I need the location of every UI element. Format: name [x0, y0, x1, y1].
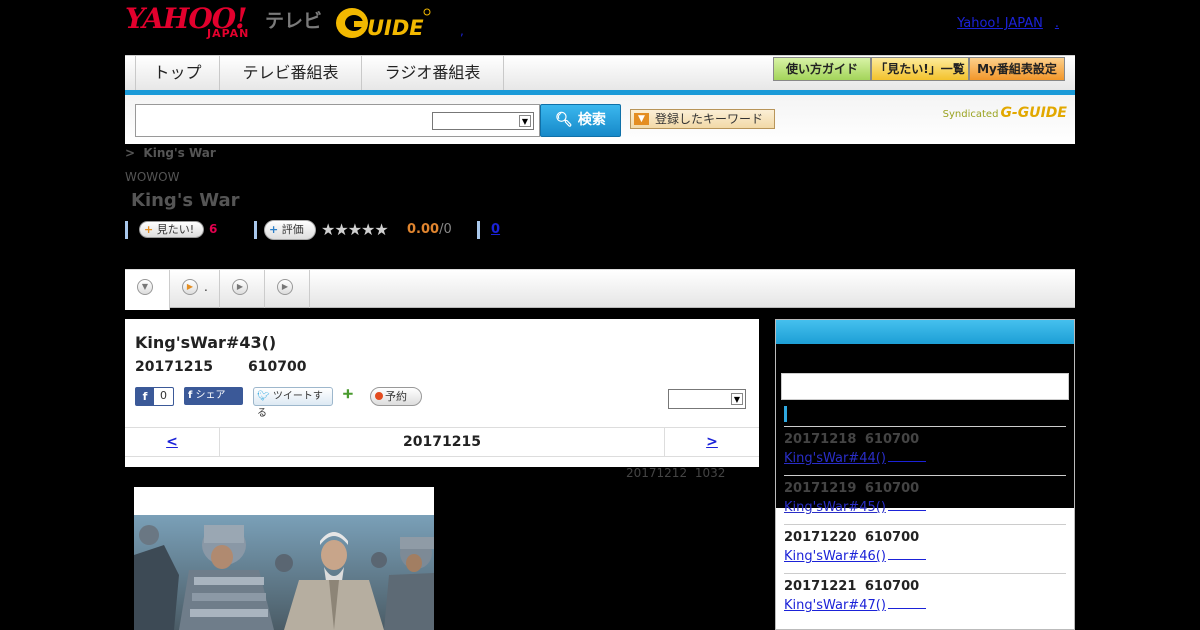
date-pager: < 20171215 > — [125, 427, 759, 457]
nav-tab-top[interactable]: トップ — [135, 56, 220, 91]
nav-tab-tv-listings[interactable]: テレビ番組表 — [220, 56, 362, 91]
svg-text:UIDE: UIDE — [367, 16, 424, 40]
tab-2-label: . — [204, 280, 208, 294]
content-tabbar: ▼ ▶ . ▶ ▶ — [125, 269, 1075, 310]
saved-keywords-button[interactable]: ▼ 登録したキーワード — [630, 109, 775, 129]
stat-divider — [254, 221, 257, 239]
add-to-calendar-icon[interactable]: ➕︎ — [343, 387, 359, 405]
upcoming-episodes-sidebar: 20171218 610700 King'sWar#44() 20171219 … — [775, 319, 1075, 630]
rate-button[interactable]: + 評価 — [264, 220, 316, 240]
want-to-watch-button[interactable]: + 見たい! — [139, 221, 204, 238]
episode-card: King'sWar#43() 20171215 610700 f 0 f シェア… — [125, 319, 759, 467]
pager-current-date: 20171215 — [403, 434, 481, 450]
tab-2[interactable]: ▶ . — [170, 270, 220, 308]
tab-1[interactable]: ▼ — [125, 270, 170, 310]
tab-3[interactable]: ▶ — [220, 270, 265, 308]
sidebar-section-marker — [784, 406, 787, 422]
episode-time: 610700 — [248, 359, 307, 375]
updated-timestamp: 20171212 1032 — [626, 466, 726, 480]
stat-divider — [477, 221, 480, 239]
pager-next-link[interactable]: > — [664, 428, 759, 457]
list-item: 20171221 610700 King'sWar#47() — [784, 573, 1066, 622]
program-stats: + 見たい! 6 + 評価 ★★★★★ 0.00/0 0 — [125, 220, 625, 240]
play-icon: ▶ — [232, 279, 248, 295]
list-item-link[interactable]: King'sWar#44() — [784, 451, 926, 466]
facebook-like-button[interactable]: f 0 — [135, 387, 174, 406]
reserve-button[interactable]: 予約 — [370, 387, 422, 406]
gguide-logo: UIDE — [336, 8, 431, 40]
syndicated-label: Syndicated — [942, 109, 999, 120]
list-item: 20171218 610700 King'sWar#44() — [784, 426, 1066, 475]
program-title: King's War — [131, 190, 240, 211]
syndicated-badge: Syndicated G-GUIDE — [943, 105, 1067, 121]
yahoo-japan-link[interactable]: Yahoo! JAPAN — [957, 16, 1059, 31]
list-item-date: 20171218 610700 — [784, 432, 920, 447]
nav-tab-radio-listings[interactable]: ラジオ番組表 — [362, 56, 504, 91]
list-item: 20171220 610700 King'sWar#46() — [784, 524, 1066, 573]
tv-logo-label[interactable]: テレビ — [265, 6, 322, 33]
list-item-link[interactable]: King'sWar#47() — [784, 598, 926, 613]
rate-label: 評価 — [281, 223, 304, 236]
rating-stars-icon: ★★★★★ — [321, 220, 389, 239]
plus-icon: + — [269, 223, 279, 236]
facebook-icon: f — [136, 388, 154, 405]
comment-count-link[interactable]: 0 — [491, 222, 500, 237]
station-name: WOWOW — [125, 170, 180, 184]
header-dot: , — [460, 24, 464, 38]
list-item-link[interactable]: King'sWar#46() — [784, 549, 926, 564]
reserve-label: 予約 — [385, 390, 407, 403]
episode-title: King'sWar#43() — [135, 333, 277, 352]
want-to-watch-count: 6 — [209, 222, 218, 236]
sidebar-search-input[interactable] — [781, 373, 1069, 400]
episode-photo-image — [134, 515, 434, 630]
upcoming-episode-list: 20171218 610700 King'sWar#44() 20171219 … — [784, 426, 1066, 622]
main-nav: トップ テレビ番組表 ラジオ番組表 使い方ガイド 「見たい!」一覧 My番組表設… — [125, 55, 1075, 91]
breadcrumb: > King's War — [125, 146, 216, 160]
rating-count: /0 — [439, 222, 452, 237]
list-item-date: 20171221 610700 — [784, 579, 920, 594]
facebook-icon: f — [188, 390, 193, 401]
site-header: YAHOO! JAPAN テレビ UIDE , Yahoo! JAPAN — [125, 0, 1075, 55]
play-icon: ▶ — [182, 279, 198, 295]
plus-icon: + — [144, 223, 154, 236]
sidebar-header — [776, 320, 1074, 344]
list-item-date: 20171219 610700 — [784, 481, 920, 496]
list-item: 20171219 610700 King'sWar#45() — [784, 475, 1066, 524]
chevron-down-icon: ▼ — [137, 279, 153, 295]
list-item-link[interactable]: King'sWar#45() — [784, 500, 926, 515]
my-schedule-settings-button[interactable]: My番組表設定 — [969, 57, 1065, 81]
search-category-select[interactable]: ▼ — [432, 112, 534, 130]
episode-select[interactable]: ▼ — [668, 389, 746, 409]
pager-prev-link[interactable]: < — [125, 428, 220, 457]
chevron-down-icon: ▼ — [519, 115, 531, 127]
rating-score: 0.00/0 — [407, 222, 452, 237]
facebook-share-label: シェア — [195, 390, 226, 401]
list-item-date: 20171220 610700 — [784, 530, 920, 545]
search-button-label: 検索 — [577, 112, 606, 128]
facebook-share-button[interactable]: f シェア — [184, 387, 243, 405]
breadcrumb-current: King's War — [143, 146, 216, 160]
rating-value: 0.00 — [407, 222, 440, 237]
episode-date: 20171215 — [135, 359, 213, 375]
record-icon — [375, 392, 383, 400]
triangle-down-icon: ▼ — [634, 113, 649, 125]
watchlist-button[interactable]: 「見たい!」一覧 — [871, 57, 969, 81]
episode-photo — [134, 487, 434, 630]
breadcrumb-separator: > — [125, 146, 136, 160]
tab-4[interactable]: ▶ — [265, 270, 310, 308]
guide-button[interactable]: 使い方ガイド — [773, 57, 871, 81]
play-icon: ▶ — [277, 279, 293, 295]
chevron-down-icon: ▼ — [731, 393, 743, 405]
yahoo-japan-logo-text: JAPAN — [207, 27, 250, 40]
stat-divider — [125, 221, 128, 239]
search-icon: 🔍︎ — [555, 112, 573, 128]
search-button[interactable]: 🔍︎ 検索 — [540, 104, 621, 137]
syndicated-brand: G-GUIDE — [1000, 105, 1067, 121]
tweet-button[interactable]: 🐦︎ ツイートする — [253, 387, 333, 419]
facebook-like-count: 0 — [160, 389, 167, 402]
saved-keywords-label: 登録したキーワード — [655, 112, 764, 126]
search-bar: ▼ 🔍︎ 検索 ▼ 登録したキーワード Syndicated G-GUIDE — [125, 95, 1075, 144]
twitter-bird-icon: 🐦︎ — [257, 391, 270, 402]
want-to-watch-label: 見たい! — [156, 223, 195, 236]
